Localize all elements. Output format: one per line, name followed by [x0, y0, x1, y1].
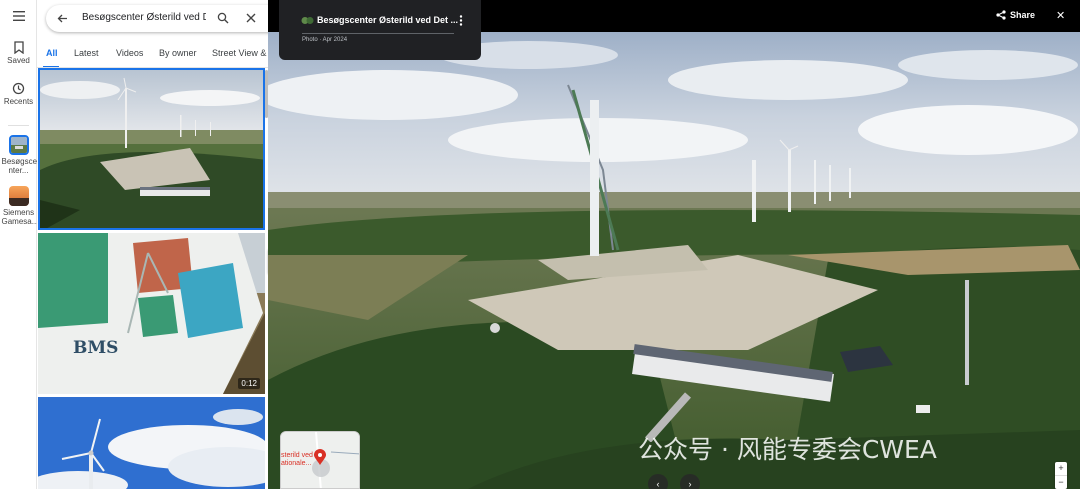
pinned-place-label: Siemens Gamesa...	[1, 208, 39, 226]
share-icon	[996, 10, 1006, 20]
video-tile-sign[interactable]: BMS 0:12	[38, 233, 265, 394]
close-icon[interactable]	[246, 13, 256, 23]
prev-photo-button[interactable]: ‹	[648, 474, 668, 489]
recents-button[interactable]: Recents	[0, 82, 37, 106]
saved-button[interactable]: Saved	[0, 41, 37, 65]
menu-icon	[12, 11, 25, 21]
share-button[interactable]: Share	[996, 10, 1035, 20]
pinned-place-visitor-center[interactable]: Besøgsce nter...	[0, 135, 37, 175]
minimap-place-label: sterild ved ationale...	[281, 452, 313, 467]
rail-divider	[8, 125, 29, 126]
photo-tabs: All Latest Videos By owner Street View &…	[37, 40, 268, 68]
place-avatar-icon	[301, 17, 314, 24]
search-input[interactable]: Besøgscenter Østerild ved Det Nationale …	[82, 12, 206, 23]
bookmark-icon	[13, 41, 24, 54]
search-icon[interactable]	[217, 12, 229, 24]
tab-all[interactable]: All	[46, 48, 58, 58]
tab-videos[interactable]: Videos	[116, 48, 143, 58]
place-thumbnail	[8, 135, 29, 155]
place-title[interactable]: Besøgscenter Østerild ved Det ...	[317, 15, 458, 25]
aerial-photo	[40, 70, 263, 228]
main-aerial-photo[interactable]	[268, 0, 1080, 489]
place-info-card[interactable]: Besøgscenter Østerild ved Det ... Photo …	[279, 0, 481, 60]
share-label: Share	[1010, 10, 1036, 20]
zoom-in-button[interactable]: +	[1055, 462, 1067, 475]
menu-button[interactable]	[0, 11, 37, 21]
photo-meta: Photo · Apr 2024	[302, 37, 348, 43]
left-rail: Saved Recents Besøgsce nter... Siemens G…	[0, 0, 39, 489]
history-icon	[12, 82, 25, 95]
photo-tile-aerial[interactable]	[38, 68, 265, 230]
sign-bms-text: BMS	[73, 338, 118, 358]
turbine-photo	[38, 397, 265, 489]
sign-photo: BMS	[38, 233, 265, 394]
next-photo-button[interactable]: ›	[680, 474, 700, 489]
maps-app: Saved Recents Besøgsce nter... Siemens G…	[0, 0, 1080, 489]
saved-label: Saved	[7, 56, 30, 65]
pinned-place-siemens-gamesa[interactable]: Siemens Gamesa...	[0, 186, 39, 226]
chevron-left-icon: ‹	[656, 479, 660, 489]
close-icon: ✕	[1056, 10, 1066, 22]
tab-latest[interactable]: Latest	[74, 48, 99, 58]
recents-label: Recents	[3, 97, 34, 106]
zoom-control: + −	[1055, 462, 1067, 489]
photo-tile-turbine[interactable]	[38, 397, 265, 489]
card-divider	[302, 33, 454, 34]
back-arrow-icon[interactable]	[57, 13, 68, 24]
chevron-right-icon: ›	[688, 479, 692, 489]
video-duration-badge: 0:12	[238, 378, 260, 389]
tab-street-view[interactable]: Street View & 360°	[212, 48, 268, 58]
tab-by-owner[interactable]: By owner	[159, 48, 197, 58]
photo-panel: Besøgscenter Østerild ved Det Nationale …	[37, 0, 268, 489]
zoom-out-button[interactable]: −	[1055, 475, 1067, 488]
close-viewer-button[interactable]: ✕	[1056, 9, 1065, 22]
minimap[interactable]: sterild ved ationale...	[280, 431, 360, 489]
pinned-place-label: Besøgsce nter...	[1, 157, 38, 175]
map-pin-icon	[314, 449, 326, 465]
place-thumbnail	[8, 186, 29, 206]
watermark-text: 公众号 · 风能专委会CWEA	[638, 435, 937, 464]
more-options-icon[interactable]	[459, 15, 463, 26]
search-box[interactable]: Besøgscenter Østerild ved Det Nationale …	[46, 5, 268, 32]
photo-viewer: Besøgscenter Østerild ved Det ... Photo …	[268, 0, 1080, 489]
